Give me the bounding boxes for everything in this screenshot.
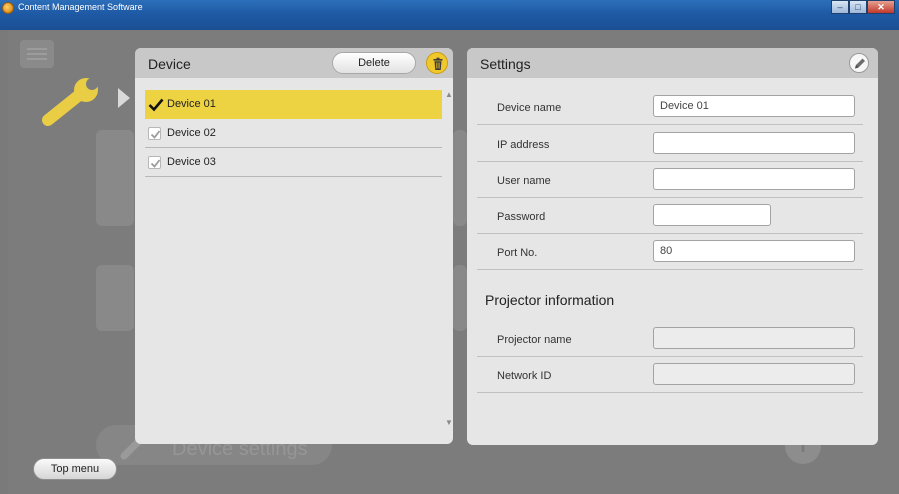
setting-row-password: Password xyxy=(477,198,863,234)
wrench-icon xyxy=(42,78,98,126)
ip-address-field[interactable] xyxy=(653,132,855,154)
bg-tile xyxy=(96,130,134,226)
settings-panel: Settings Device name Device 01 IP addres… xyxy=(467,48,878,445)
bg-tile xyxy=(453,265,467,331)
setting-row-device-name: Device name Device 01 xyxy=(477,89,863,125)
window-controls: – □ ✕ xyxy=(831,0,895,14)
device-item[interactable]: Device 02 xyxy=(145,119,442,148)
device-panel: Device Delete Device 01 Device 02 Device… xyxy=(135,48,453,444)
settings-panel-title: Settings xyxy=(480,56,531,72)
bg-tile xyxy=(453,130,467,226)
delete-button[interactable]: Delete xyxy=(332,52,416,74)
checkmark-icon[interactable] xyxy=(148,98,164,112)
bg-tile xyxy=(96,265,134,331)
menu-icon[interactable] xyxy=(20,40,54,68)
close-button[interactable]: ✕ xyxy=(867,0,895,14)
minimize-button[interactable]: – xyxy=(831,0,849,14)
ip-address-label: IP address xyxy=(497,139,550,151)
user-name-field[interactable] xyxy=(653,168,855,190)
device-name-field[interactable]: Device 01 xyxy=(653,95,855,117)
projector-information-title: Projector information xyxy=(485,292,615,308)
trash-icon[interactable] xyxy=(426,52,448,74)
scroll-up-arrow[interactable]: ▲ xyxy=(445,90,453,99)
device-item[interactable]: Device 03 xyxy=(145,148,442,177)
projector-name-field[interactable] xyxy=(653,327,855,349)
port-no-field[interactable]: 80 xyxy=(653,240,855,262)
port-no-label: Port No. xyxy=(497,247,538,259)
app-icon xyxy=(2,2,14,14)
scroll-down-arrow[interactable]: ▼ xyxy=(445,418,453,427)
setting-row-ip-address: IP address xyxy=(477,126,863,162)
device-item-label: Device 01 xyxy=(167,98,216,110)
checkbox[interactable] xyxy=(148,156,161,169)
password-field[interactable] xyxy=(653,204,771,226)
checkbox[interactable] xyxy=(148,127,161,140)
projector-name-label: Projector name xyxy=(497,334,572,346)
window-titlebar: Content Management Software – □ ✕ xyxy=(0,0,899,30)
setting-row-network-id: Network ID xyxy=(477,357,863,393)
network-id-field[interactable] xyxy=(653,363,855,385)
device-list: Device 01 Device 02 Device 03 xyxy=(145,90,442,177)
arrow-right-icon xyxy=(118,88,130,108)
top-menu-button[interactable]: Top menu xyxy=(33,458,117,480)
window-title: Content Management Software xyxy=(18,2,143,12)
device-item-label: Device 02 xyxy=(167,127,216,139)
device-panel-title: Device xyxy=(148,56,191,72)
device-item-label: Device 03 xyxy=(167,156,216,168)
device-panel-header: Device Delete xyxy=(135,48,453,78)
network-id-label: Network ID xyxy=(497,370,552,382)
maximize-button[interactable]: □ xyxy=(849,0,867,14)
edit-icon[interactable] xyxy=(849,53,869,73)
password-label: Password xyxy=(497,211,546,223)
settings-panel-header: Settings xyxy=(467,48,878,78)
user-name-label: User name xyxy=(497,175,551,187)
setting-row-port-no: Port No. 80 xyxy=(477,234,863,270)
device-item[interactable]: Device 01 xyxy=(145,90,442,119)
device-name-label: Device name xyxy=(497,102,562,114)
setting-row-user-name: User name xyxy=(477,162,863,198)
setting-row-projector-name: Projector name xyxy=(477,321,863,357)
